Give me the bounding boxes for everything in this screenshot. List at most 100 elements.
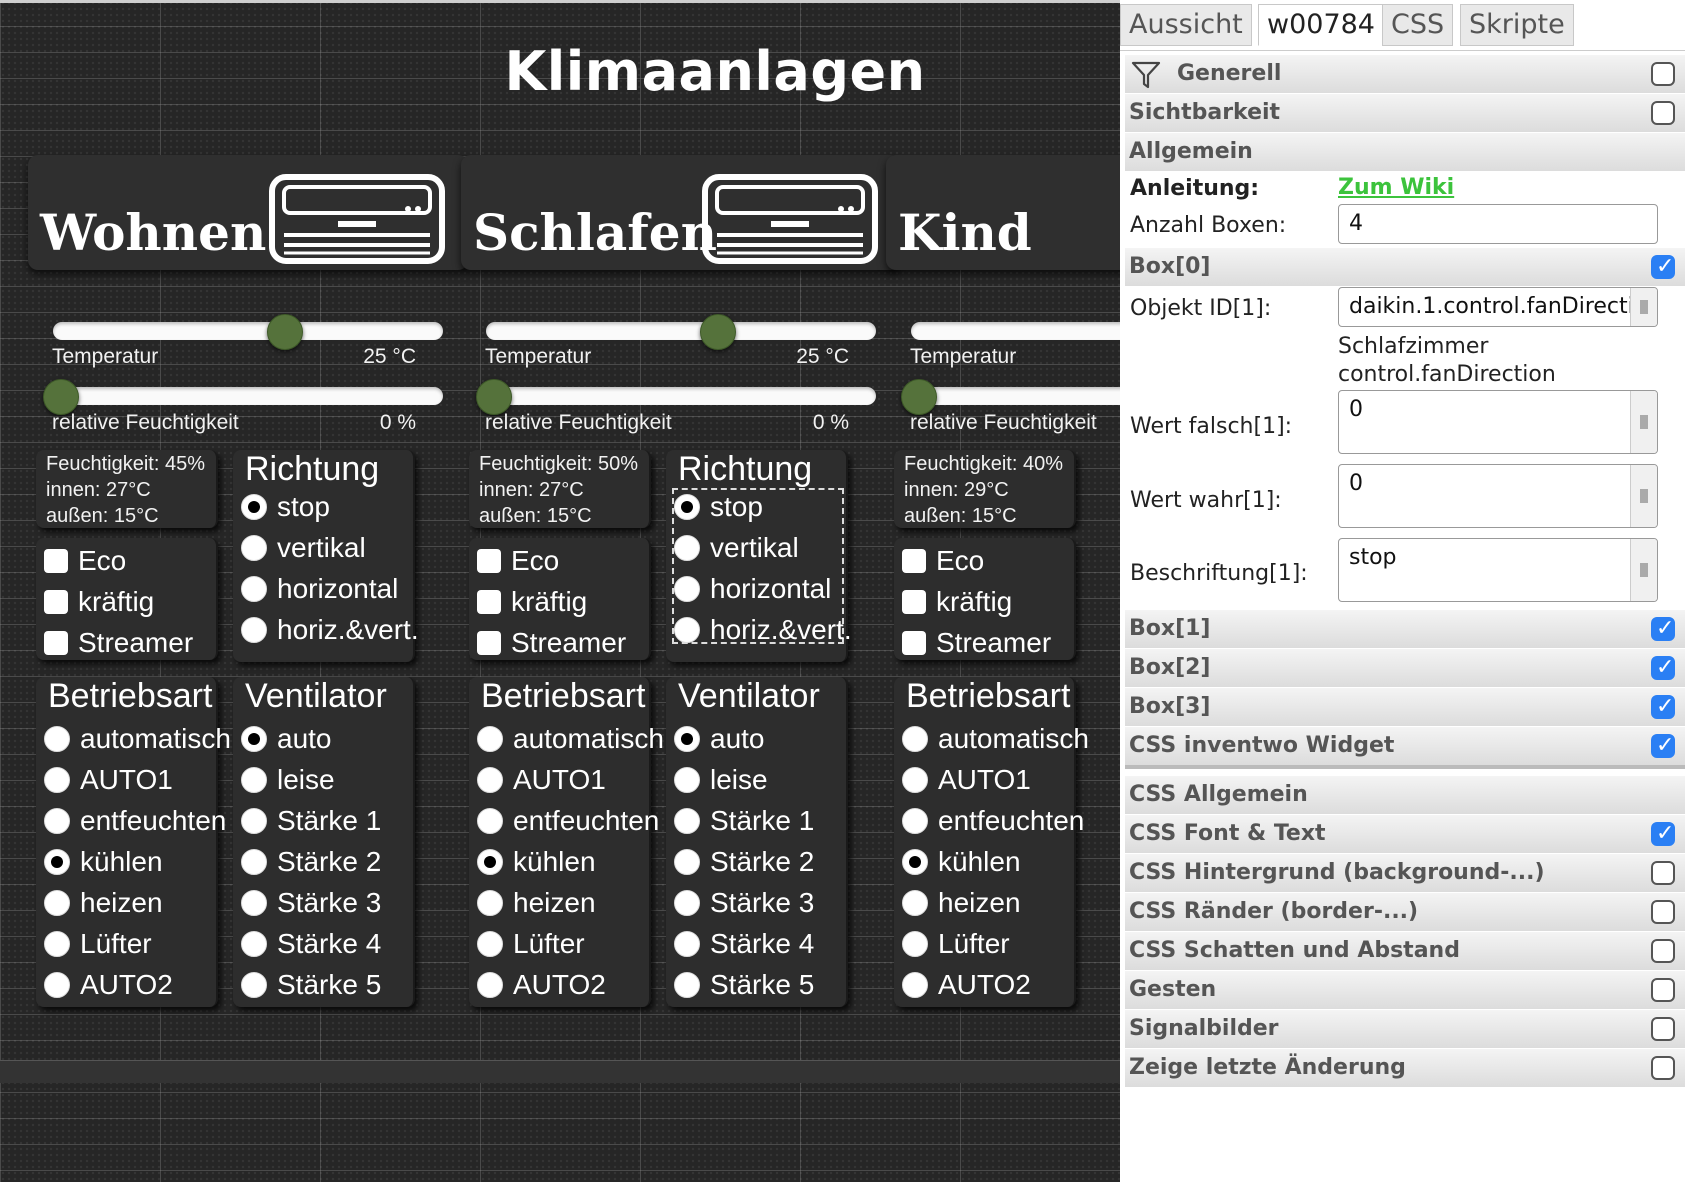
betriebsart-option[interactable]: kühlen <box>902 845 1021 879</box>
radio-button[interactable] <box>477 972 503 998</box>
css-hintergrund-checkbox[interactable] <box>1651 861 1675 885</box>
section-css-schatten[interactable]: CSS Schatten und Abstand <box>1125 932 1685 970</box>
betriebsart-option[interactable]: automatisch <box>902 722 1089 756</box>
checkbox[interactable] <box>44 631 68 655</box>
temperature-slider[interactable] <box>486 314 876 350</box>
radio-button[interactable] <box>44 931 70 957</box>
ventilator-option[interactable]: Stärke 1 <box>674 804 814 838</box>
radio-button[interactable] <box>902 890 928 916</box>
checkbox[interactable] <box>477 590 501 614</box>
radio-button[interactable] <box>674 808 700 834</box>
ventilator-option[interactable]: Stärke 3 <box>241 886 381 920</box>
richtung-option[interactable]: horizontal <box>674 572 831 606</box>
section-generell[interactable]: Generell <box>1125 55 1685 93</box>
ventilator-option[interactable]: leise <box>674 763 768 797</box>
section-css-allgemein[interactable]: CSS Allgemein <box>1125 776 1685 814</box>
betriebsart-option[interactable]: entfeuchten <box>44 804 226 838</box>
radio-button[interactable] <box>241 726 267 752</box>
ventilator-option[interactable]: Stärke 2 <box>674 845 814 879</box>
option-streamer[interactable]: Streamer <box>902 626 1051 660</box>
radio-button[interactable] <box>674 849 700 875</box>
tab-skripte[interactable]: Skripte <box>1460 4 1574 46</box>
beschriftung-edit-button[interactable] <box>1630 539 1657 601</box>
section-css-hintergrund[interactable]: CSS Hintergrund (background-...) <box>1125 854 1685 892</box>
css-raender-checkbox[interactable] <box>1651 900 1675 924</box>
beschriftung-input[interactable]: stop <box>1338 538 1658 602</box>
betriebsart-option[interactable]: heizen <box>902 886 1021 920</box>
option-eco[interactable]: Eco <box>902 544 984 578</box>
ventilator-option[interactable]: Stärke 4 <box>241 927 381 961</box>
option-kräftig[interactable]: kräftig <box>902 585 1012 619</box>
radio-button[interactable] <box>674 535 700 561</box>
letzte-aenderung-checkbox[interactable] <box>1651 1056 1675 1080</box>
radio-button[interactable] <box>674 767 700 793</box>
humidity-slider-knob[interactable] <box>901 379 937 415</box>
betriebsart-option[interactable]: entfeuchten <box>902 804 1084 838</box>
radio-button[interactable] <box>674 972 700 998</box>
section-sichtbarkeit[interactable]: Sichtbarkeit <box>1125 94 1685 132</box>
radio-button[interactable] <box>477 808 503 834</box>
radio-button[interactable] <box>477 767 503 793</box>
humidity-slider-knob[interactable] <box>43 379 79 415</box>
radio-button[interactable] <box>44 767 70 793</box>
radio-button[interactable] <box>902 726 928 752</box>
richtung-option[interactable]: vertikal <box>674 531 799 565</box>
box3-checkbox[interactable] <box>1651 688 1675 726</box>
wert-wahr-input[interactable]: 0 <box>1338 464 1658 528</box>
radio-button[interactable] <box>674 890 700 916</box>
objekt-id-picker-button[interactable] <box>1630 288 1657 326</box>
radio-button[interactable] <box>241 576 267 602</box>
betriebsart-option[interactable]: entfeuchten <box>477 804 659 838</box>
wert-wahr-edit-button[interactable] <box>1630 465 1657 527</box>
radio-button[interactable] <box>902 931 928 957</box>
radio-button[interactable] <box>241 972 267 998</box>
betriebsart-option[interactable]: kühlen <box>477 845 596 879</box>
ventilator-option[interactable]: Stärke 5 <box>241 968 381 1002</box>
box2-checkbox[interactable] <box>1651 649 1675 687</box>
radio-button[interactable] <box>241 931 267 957</box>
section-css-raender[interactable]: CSS Ränder (border-...) <box>1125 893 1685 931</box>
humidity-slider[interactable] <box>43 379 443 415</box>
section-box0[interactable]: Box[0] <box>1125 248 1685 286</box>
betriebsart-option[interactable]: AUTO2 <box>902 968 1031 1002</box>
wert-falsch-input[interactable]: 0 <box>1338 390 1658 454</box>
option-eco[interactable]: Eco <box>44 544 126 578</box>
option-kräftig[interactable]: kräftig <box>44 585 154 619</box>
betriebsart-option[interactable]: AUTO2 <box>44 968 173 1002</box>
betriebsart-option[interactable]: automatisch <box>477 722 664 756</box>
ventilator-option[interactable]: Stärke 4 <box>674 927 814 961</box>
ventilator-option[interactable]: Stärke 2 <box>241 845 381 879</box>
section-gesten[interactable]: Gesten <box>1125 971 1685 1009</box>
objekt-id-input[interactable]: daikin.1.control.fanDirection <box>1338 287 1658 327</box>
ventilator-option[interactable]: Stärke 5 <box>674 968 814 1002</box>
checkbox[interactable] <box>902 631 926 655</box>
richtung-option[interactable]: horiz.&vert. <box>241 613 419 647</box>
radio-button[interactable] <box>902 972 928 998</box>
signalbilder-checkbox[interactable] <box>1651 1017 1675 1041</box>
betriebsart-option[interactable]: Lüfter <box>477 927 585 961</box>
richtung-option[interactable]: horiz.&vert. <box>674 613 852 647</box>
radio-button[interactable] <box>674 931 700 957</box>
radio-button[interactable] <box>241 808 267 834</box>
humidity-slider[interactable] <box>901 379 1120 415</box>
radio-button[interactable] <box>674 576 700 602</box>
radio-button[interactable] <box>477 726 503 752</box>
temperature-slider[interactable] <box>911 322 1120 340</box>
radio-button[interactable] <box>44 808 70 834</box>
radio-button[interactable] <box>44 726 70 752</box>
betriebsart-option[interactable]: AUTO1 <box>902 763 1031 797</box>
radio-button[interactable] <box>241 767 267 793</box>
radio-button[interactable] <box>902 808 928 834</box>
betriebsart-option[interactable]: AUTO2 <box>477 968 606 1002</box>
radio-button[interactable] <box>44 972 70 998</box>
checkbox[interactable] <box>902 590 926 614</box>
betriebsart-option[interactable]: kühlen <box>44 845 163 879</box>
radio-button[interactable] <box>241 535 267 561</box>
betriebsart-option[interactable]: heizen <box>44 886 163 920</box>
section-allgemein[interactable]: Allgemein <box>1125 133 1685 171</box>
section-css-inventwo[interactable]: CSS inventwo Widget <box>1125 727 1685 769</box>
radio-button[interactable] <box>674 617 700 643</box>
richtung-option[interactable]: horizontal <box>241 572 398 606</box>
radio-button[interactable] <box>477 890 503 916</box>
betriebsart-option[interactable]: heizen <box>477 886 596 920</box>
